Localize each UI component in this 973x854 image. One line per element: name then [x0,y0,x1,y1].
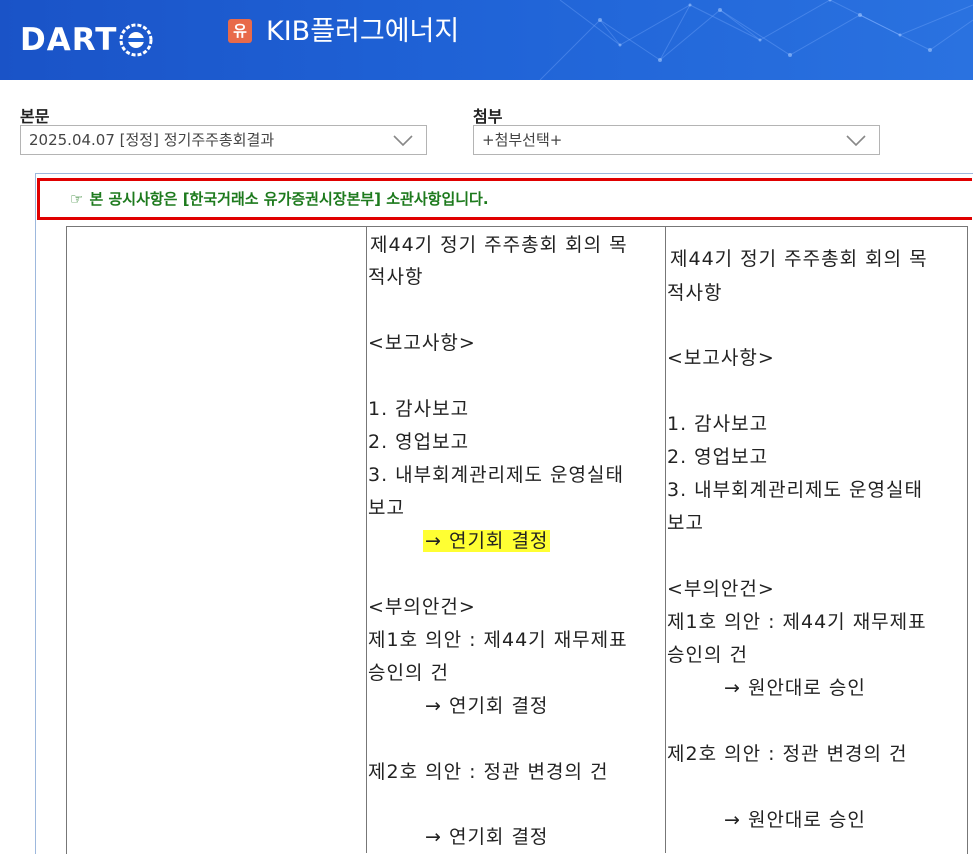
table-cell-line: 2. 영업보고 [667,446,769,468]
notice-text: 본 공시사항은 [한국거래소 유가증권시장본부] 소관사항입니다. [89,190,489,208]
table-cell-line: <보고사항> [368,332,476,354]
table-cell-line: <부의안건> [368,596,476,618]
market-badge: 유 [228,19,252,43]
table-cell-line: 보고 [368,497,405,519]
table-cell-line: → 연기회 결정 [423,528,551,554]
table-cell-line: → 원안대로 승인 [724,809,866,831]
table-cell-line: 3. 내부회계관리제도 운영실태 [667,479,923,501]
table-cell-line: 보고 [667,512,704,534]
table-cell-line: 제2호 의안 : 정관 변경의 건 [667,743,908,765]
main-doc-label: 본문 [20,107,50,126]
table-cell-line: 제1호 의안 : 제44기 재무제표 [667,611,927,633]
table-cell-line: 제44기 정기 주주총회 회의 목 [370,234,628,256]
column-divider [366,226,367,853]
table-cell-line: 1. 감사보고 [368,398,470,420]
table-cell-line: 승인의 건 [667,644,748,666]
table-cell-line: 제1호 의안 : 제44기 재무제표 [368,629,628,651]
table-cell-line: 적사항 [667,282,723,304]
main-doc-value: 2025.04.07 [정정] 정기주주총회결과 [29,131,275,149]
highlighted-text: → 연기회 결정 [423,530,551,552]
main-doc-select[interactable]: 2025.04.07 [정정] 정기주주총회결과 [20,125,427,155]
column-divider [665,226,666,853]
attachment-label: 첨부 [473,107,503,126]
table-cell-line: → 연기회 결정 [425,695,549,717]
table-cell-line: 승인의 건 [368,662,449,684]
table-cell-line: <보고사항> [667,347,775,369]
top-header: DART 유 KIB플러그에너지 [0,0,973,80]
table-cell-line: 제44기 정기 주주총회 회의 목 [670,248,928,270]
table-cell-line: 적사항 [368,266,424,288]
table-cell-line: 3. 내부회계관리제도 운영실태 [368,464,624,486]
logo-globe-icon [119,23,153,57]
table-cell-line: 제2호 의안 : 정관 변경의 건 [368,761,609,783]
table-cell-line: → 원안대로 승인 [724,677,866,699]
table-cell-line: 1. 감사보고 [667,413,769,435]
table-cell-line: <부의안건> [667,578,775,600]
company-name: KIB플러그에너지 [266,16,460,47]
logo-text: DART [20,22,118,58]
attachment-value: +첨부선택+ [482,131,563,149]
pointing-hand-icon: ☞ [70,190,84,208]
chevron-down-icon [846,135,866,147]
table-cell-line: 2. 영업보고 [368,431,470,453]
jurisdiction-notice: ☞ 본 공시사항은 [한국거래소 유가증권시장본부] 소관사항입니다. [37,178,972,220]
attachment-select[interactable]: +첨부선택+ [473,125,880,155]
chevron-down-icon [393,135,413,147]
dart-logo[interactable]: DART [20,22,154,58]
table-cell-line: → 연기회 결정 [425,826,549,848]
